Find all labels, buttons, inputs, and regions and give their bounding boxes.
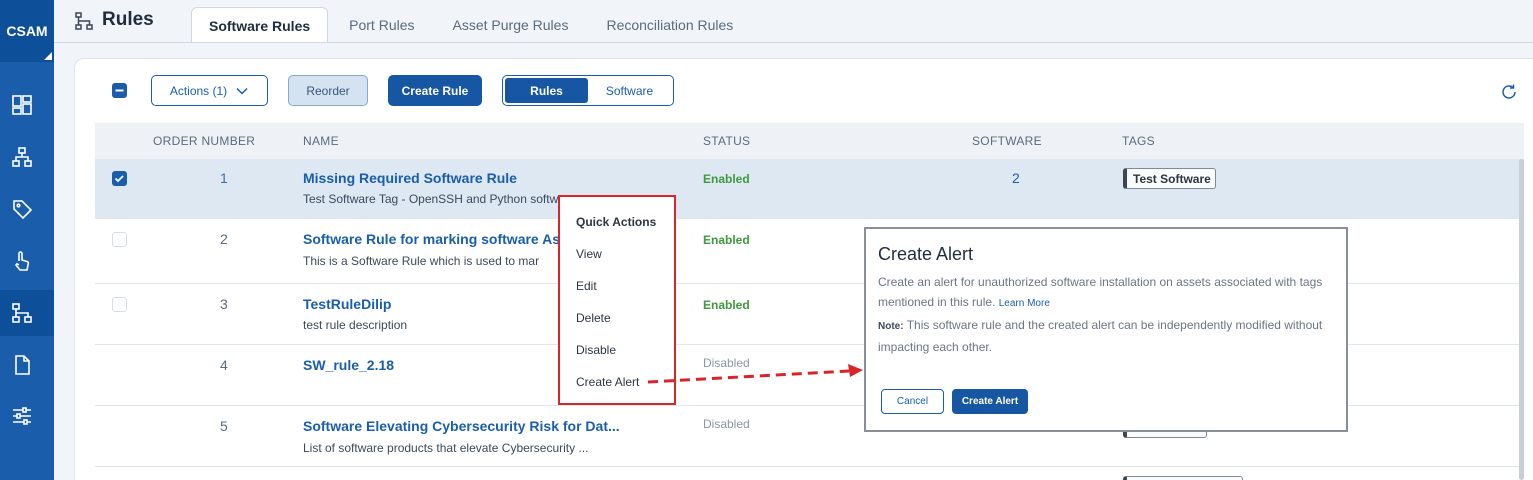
row-order: 1: [220, 170, 228, 186]
hierarchy-icon[interactable]: [11, 146, 33, 168]
dashboard-icon[interactable]: [11, 94, 33, 116]
row-description: This is a Software Rule which is used to…: [303, 254, 540, 268]
row-status: Enabled: [703, 172, 750, 186]
alert-note: Note: This software rule and the created…: [878, 315, 1334, 357]
quick-actions-title: Quick Actions: [576, 215, 657, 229]
page-title: Rules: [102, 9, 154, 30]
note-text: This software rule and the created alert…: [878, 318, 1323, 354]
row-description: test rule description: [303, 318, 408, 332]
cancel-button[interactable]: Cancel: [881, 389, 944, 414]
row-status: Enabled: [703, 233, 750, 247]
col-name[interactable]: NAME: [303, 134, 339, 148]
refresh-icon[interactable]: [1499, 82, 1519, 102]
row-checkbox[interactable]: [112, 232, 127, 247]
tag-badge-partial: [1123, 476, 1243, 480]
select-all-checkbox[interactable]: [112, 83, 127, 98]
view-toggle: Rules Software: [502, 75, 674, 106]
row-name-link[interactable]: Software Elevating Cybersecurity Risk fo…: [303, 418, 620, 434]
table-scrollbar[interactable]: [1519, 159, 1524, 480]
row-checkbox[interactable]: [112, 297, 127, 312]
menu-item-delete[interactable]: Delete: [576, 311, 611, 325]
row-divider: [95, 218, 1524, 219]
row-order: 5: [220, 418, 228, 434]
col-order-number[interactable]: ORDER NUMBER: [153, 134, 255, 148]
actions-label: Actions (1): [169, 83, 228, 98]
view-toggle-rules[interactable]: Rules: [505, 78, 588, 103]
row-software-count[interactable]: 2: [1012, 170, 1020, 186]
row-name-link[interactable]: Software Rule for marking software As: [303, 231, 560, 247]
sidebar: CSAM: [0, 0, 54, 480]
tab-software-rules[interactable]: Software Rules: [191, 7, 329, 43]
menu-item-edit[interactable]: Edit: [576, 279, 597, 293]
brand-corner-icon: [44, 52, 52, 60]
row-description: Test Software Tag - OpenSSH and Python s…: [303, 192, 565, 206]
rules-page-icon: [74, 11, 94, 31]
tab-reconciliation-rules[interactable]: Reconciliation Rules: [589, 7, 750, 43]
menu-item-create-alert[interactable]: Create Alert: [576, 375, 639, 389]
row-description: List of software products that elevate C…: [303, 441, 589, 455]
row-checkbox[interactable]: [112, 171, 127, 186]
tag-badge: Test Software: [1123, 168, 1216, 189]
tab-asset-purge-rules[interactable]: Asset Purge Rules: [436, 7, 586, 43]
tab-port-rules[interactable]: Port Rules: [332, 7, 431, 43]
row-name-link[interactable]: Missing Required Software Rule: [303, 170, 517, 186]
learn-more-link[interactable]: Learn More: [999, 298, 1050, 309]
col-tags[interactable]: TAGS: [1122, 134, 1155, 148]
row-status: Disabled: [703, 417, 750, 431]
menu-item-view[interactable]: View: [576, 247, 602, 261]
rules-icon[interactable]: [11, 302, 33, 324]
touch-icon[interactable]: [11, 250, 33, 272]
document-icon[interactable]: [11, 354, 33, 376]
col-software[interactable]: SOFTWARE: [972, 134, 1042, 148]
view-toggle-software[interactable]: Software: [588, 78, 671, 103]
row-name-link[interactable]: SW_rule_2.18: [303, 357, 394, 373]
annotation-arrow-icon: [647, 364, 863, 384]
create-alert-button[interactable]: Create Alert: [952, 389, 1028, 414]
row-order: 4: [220, 357, 228, 373]
brand-text: CSAM: [6, 23, 48, 39]
row-order: 3: [220, 296, 228, 312]
table-row-selected[interactable]: [95, 159, 1524, 218]
create-rule-button[interactable]: Create Rule: [388, 75, 482, 106]
alert-description-text: Create an alert for unauthorized softwar…: [878, 275, 1323, 309]
row-order: 2: [220, 231, 228, 247]
tag-icon[interactable]: [11, 198, 33, 220]
chevron-down-icon: [236, 87, 248, 95]
menu-item-disable[interactable]: Disable: [576, 343, 616, 357]
row-divider: [95, 466, 1524, 467]
sliders-icon[interactable]: [11, 405, 33, 427]
brand-logo[interactable]: CSAM: [0, 0, 54, 62]
alert-title: Create Alert: [878, 244, 974, 264]
alert-description: Create an alert for unauthorized softwar…: [878, 272, 1334, 314]
row-status: Enabled: [703, 298, 750, 312]
note-label: Note:: [878, 321, 904, 332]
rule-tabs: Software Rules Port Rules Asset Purge Ru…: [191, 7, 754, 43]
row-name-link[interactable]: TestRuleDilip: [303, 296, 391, 312]
reorder-button[interactable]: Reorder: [288, 75, 368, 106]
actions-dropdown[interactable]: Actions (1): [151, 75, 268, 106]
header-divider: [54, 42, 1533, 43]
col-status[interactable]: STATUS: [703, 134, 750, 148]
